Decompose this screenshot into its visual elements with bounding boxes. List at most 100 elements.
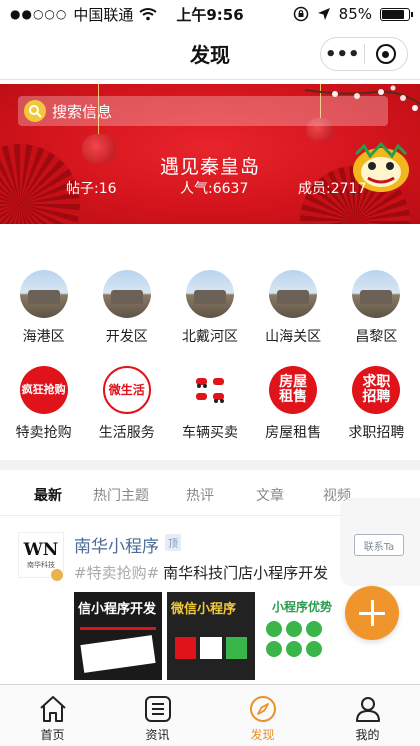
battery-icon [380,7,413,21]
thumb-dev-icon: 信小程序开发 [78,602,157,617]
thumb-dots [258,621,346,657]
district-haigang[interactable]: 海港区 [4,270,84,356]
battery-level-fill [382,9,405,19]
service-job[interactable]: 求职招聘 求职招聘 [336,366,416,452]
status-right: 85% [293,5,413,23]
post-content[interactable]: #特卖抢购# 南华科技门店小程序开发 [74,562,328,583]
thumb-block [225,637,247,659]
thumb-wechat-icon: 微信小程序 [171,602,237,617]
service-sale[interactable]: 疯狂抢购 特卖抢购 [4,366,84,452]
tab-label: 发现 [250,728,275,742]
contact-button[interactable]: 联系Ta [354,534,404,556]
thumb-dot [266,621,282,637]
location-arrow-icon [317,8,330,20]
thumb-dot [286,641,302,657]
signal-strength-icon: ●●○○○ [10,7,68,21]
user-icon [352,693,384,725]
page-title: 发现 [190,43,230,67]
mini-program-capsule: ••• [320,37,408,71]
district-changli[interactable]: 昌黎区 [336,270,416,356]
beidaihe-photo-icon [185,270,234,318]
district-kaifa[interactable]: 开发区 [87,270,167,356]
post-thumbnail[interactable]: 小程序优势 [258,592,346,680]
thumb-phone-shape [80,635,156,673]
life-service-icon: 微生活 [102,366,151,414]
service-house[interactable]: 房屋租售 房屋租售 [253,366,333,452]
banner: 搜索信息 遇见秦皇岛 帖子:16 人气:6637 成员:2717 [0,84,420,224]
news-icon [142,693,174,725]
tab-hot-topics[interactable]: 热门主题 [72,480,170,515]
search-input[interactable]: 搜索信息 [18,96,388,126]
tab-label: 我的 [355,728,380,742]
thumb-blocks [175,637,247,659]
pinned-badge: 顶 [165,534,181,551]
wifi-icon [139,8,157,21]
post-tag[interactable]: #特卖抢购# [74,564,159,582]
tab-discover[interactable]: 发现 [210,685,315,746]
service-label: 房屋租售 [265,425,322,441]
status-bar: ●●○○○ 中国联通 上午9:56 85% [0,0,420,28]
search-icon [24,100,46,122]
changli-photo-icon [352,270,401,318]
status-left: ●●○○○ 中国联通 [10,4,157,25]
tab-articles[interactable]: 文章 [230,480,310,515]
house-icon: 房屋租售 [269,366,318,414]
sale-icon: 疯狂抢购 [19,366,68,414]
more-menu-button[interactable]: ••• [321,38,364,70]
target-icon [375,44,396,64]
service-car[interactable]: 车辆买卖 [170,366,250,452]
tab-hot-comments[interactable]: 热评 [170,480,230,515]
car-icon [185,366,234,414]
post-thumbnail[interactable]: 信小程序开发 [74,592,162,680]
district-label: 昌黎区 [355,329,398,345]
compass-icon [247,693,279,725]
district-label: 海港区 [22,329,65,345]
district-beidaihe[interactable]: 北戴河区 [170,270,250,356]
post-text: 南华科技门店小程序开发 [163,564,329,582]
thumb-dot [286,621,302,637]
members-count: 成员:2717 [298,181,367,197]
thumb-advantage-icon: 小程序优势 [271,600,332,614]
service-label: 车辆买卖 [181,425,238,441]
thumb-block [175,637,197,659]
search-placeholder: 搜索信息 [52,102,113,121]
tab-home[interactable]: 首页 [0,685,105,746]
tab-latest[interactable]: 最新 [20,480,72,515]
close-mini-program-button[interactable] [365,38,408,70]
post-author[interactable]: 南华小程序 [74,532,159,557]
service-label: 求职招聘 [348,425,405,441]
nav-bar: 发现 ••• [0,28,420,80]
post-thumbnail[interactable]: 微信小程序 [167,592,255,680]
service-label: 生活服务 [98,425,155,441]
thumb-block [200,637,222,659]
district-label: 开发区 [105,329,148,345]
verified-badge-icon [50,568,64,582]
thumb-dot [306,621,322,637]
rotation-lock-icon [293,6,308,22]
district-shanhaiguan[interactable]: 山海关区 [253,270,333,356]
avatar-subtitle: 南华科技 [27,561,55,569]
tab-mine[interactable]: 我的 [315,685,420,746]
service-life[interactable]: 微生活 生活服务 [87,366,167,452]
haigang-photo-icon [19,270,68,318]
carrier-label: 中国联通 [73,5,134,24]
shanhaiguan-photo-icon [269,270,318,318]
tab-label: 首页 [40,728,65,742]
plus-icon [359,600,385,626]
tab-label: 资讯 [145,728,170,742]
service-row: 疯狂抢购 特卖抢购 微生活 生活服务 车辆买卖 房屋租售 房屋租售 求职招聘 求… [0,366,420,452]
job-icon: 求职招聘 [352,366,401,414]
service-label: 特卖抢购 [15,425,72,441]
district-label: 山海关区 [265,329,322,345]
thumb-accent-line [80,627,156,630]
home-icon [37,693,69,725]
thumb-dot [266,641,282,657]
battery-percent: 85% [338,5,372,23]
thumb-dot [306,641,322,657]
add-post-button[interactable] [345,586,399,640]
tab-news[interactable]: 资讯 [105,685,210,746]
kaifa-photo-icon [102,270,151,318]
district-label: 北戴河区 [181,329,238,345]
banner-title: 遇见秦皇岛 [159,156,260,178]
popularity-count: 人气:6637 [180,181,249,197]
